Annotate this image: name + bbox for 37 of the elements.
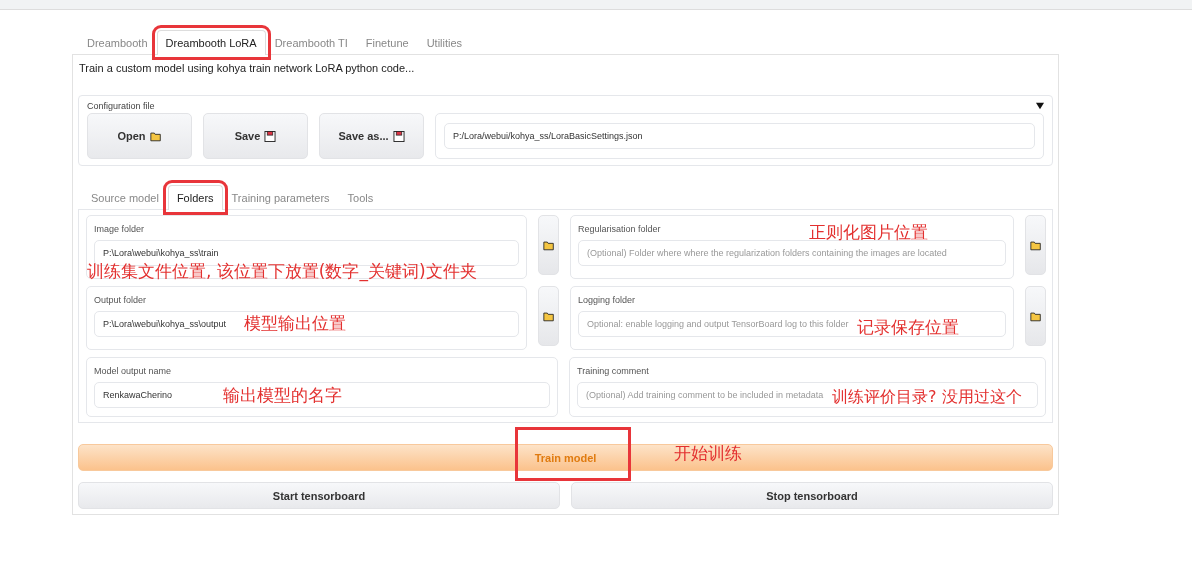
config-button[interactable]: Open xyxy=(87,113,192,159)
field-label: Model output name xyxy=(94,366,172,376)
tensorboard-button[interactable]: Start tensorboard xyxy=(78,482,560,509)
annotation-text: 开始训练 xyxy=(674,442,742,465)
folder-icon xyxy=(542,239,555,251)
collapse-triangle-icon[interactable] xyxy=(1036,102,1044,110)
browse-folder-button[interactable] xyxy=(538,286,559,346)
annotation-text: 输出模型的名字 xyxy=(223,384,342,407)
folder-path-field[interactable]: (Optional) Folder where where the regularization folders containing the images are located xyxy=(578,240,1007,266)
config-button[interactable]: Save as... xyxy=(319,113,424,159)
field-label: Image folder xyxy=(94,224,145,234)
tensorboard-button[interactable]: Stop tensorboard xyxy=(571,482,1053,509)
tab[interactable]: Dreambooth xyxy=(78,31,157,54)
field-label: Regularisation folder xyxy=(578,224,661,234)
folder-icon xyxy=(1029,239,1042,251)
config-path-field[interactable]: P:/Lora/webui/kohya_ss/LoraBasicSettings.json xyxy=(444,123,1035,149)
tab[interactable]: Finetune xyxy=(356,31,418,54)
field-label: Output folder xyxy=(94,295,147,305)
browse-folder-button[interactable] xyxy=(1025,215,1046,275)
config-button[interactable]: Save xyxy=(203,113,308,159)
folder-icon xyxy=(542,310,555,322)
annotation-text: 记录保存位置 xyxy=(857,316,959,339)
folder-icon xyxy=(149,130,162,142)
tab[interactable]: Utilities xyxy=(417,31,472,54)
description-text: Train a custom model using kohya train network LoRA python code... xyxy=(78,62,416,74)
tab[interactable]: Dreambooth TI xyxy=(265,31,357,54)
field-label: Logging folder xyxy=(578,295,636,305)
browse-folder-button[interactable] xyxy=(1025,286,1046,346)
annotation-text: 模型输出位置 xyxy=(244,312,346,335)
config-title: Configuration file xyxy=(87,101,155,111)
tab[interactable]: Training parameters xyxy=(222,186,339,209)
tab[interactable]: Tools xyxy=(338,186,383,209)
browse-folder-button[interactable] xyxy=(538,215,559,275)
field-label: Training comment xyxy=(577,366,649,376)
folder-icon xyxy=(1029,310,1042,322)
tab[interactable]: Source model xyxy=(82,186,168,209)
annotation-text: 训练评价目录? 没用过这个 xyxy=(832,387,1022,408)
